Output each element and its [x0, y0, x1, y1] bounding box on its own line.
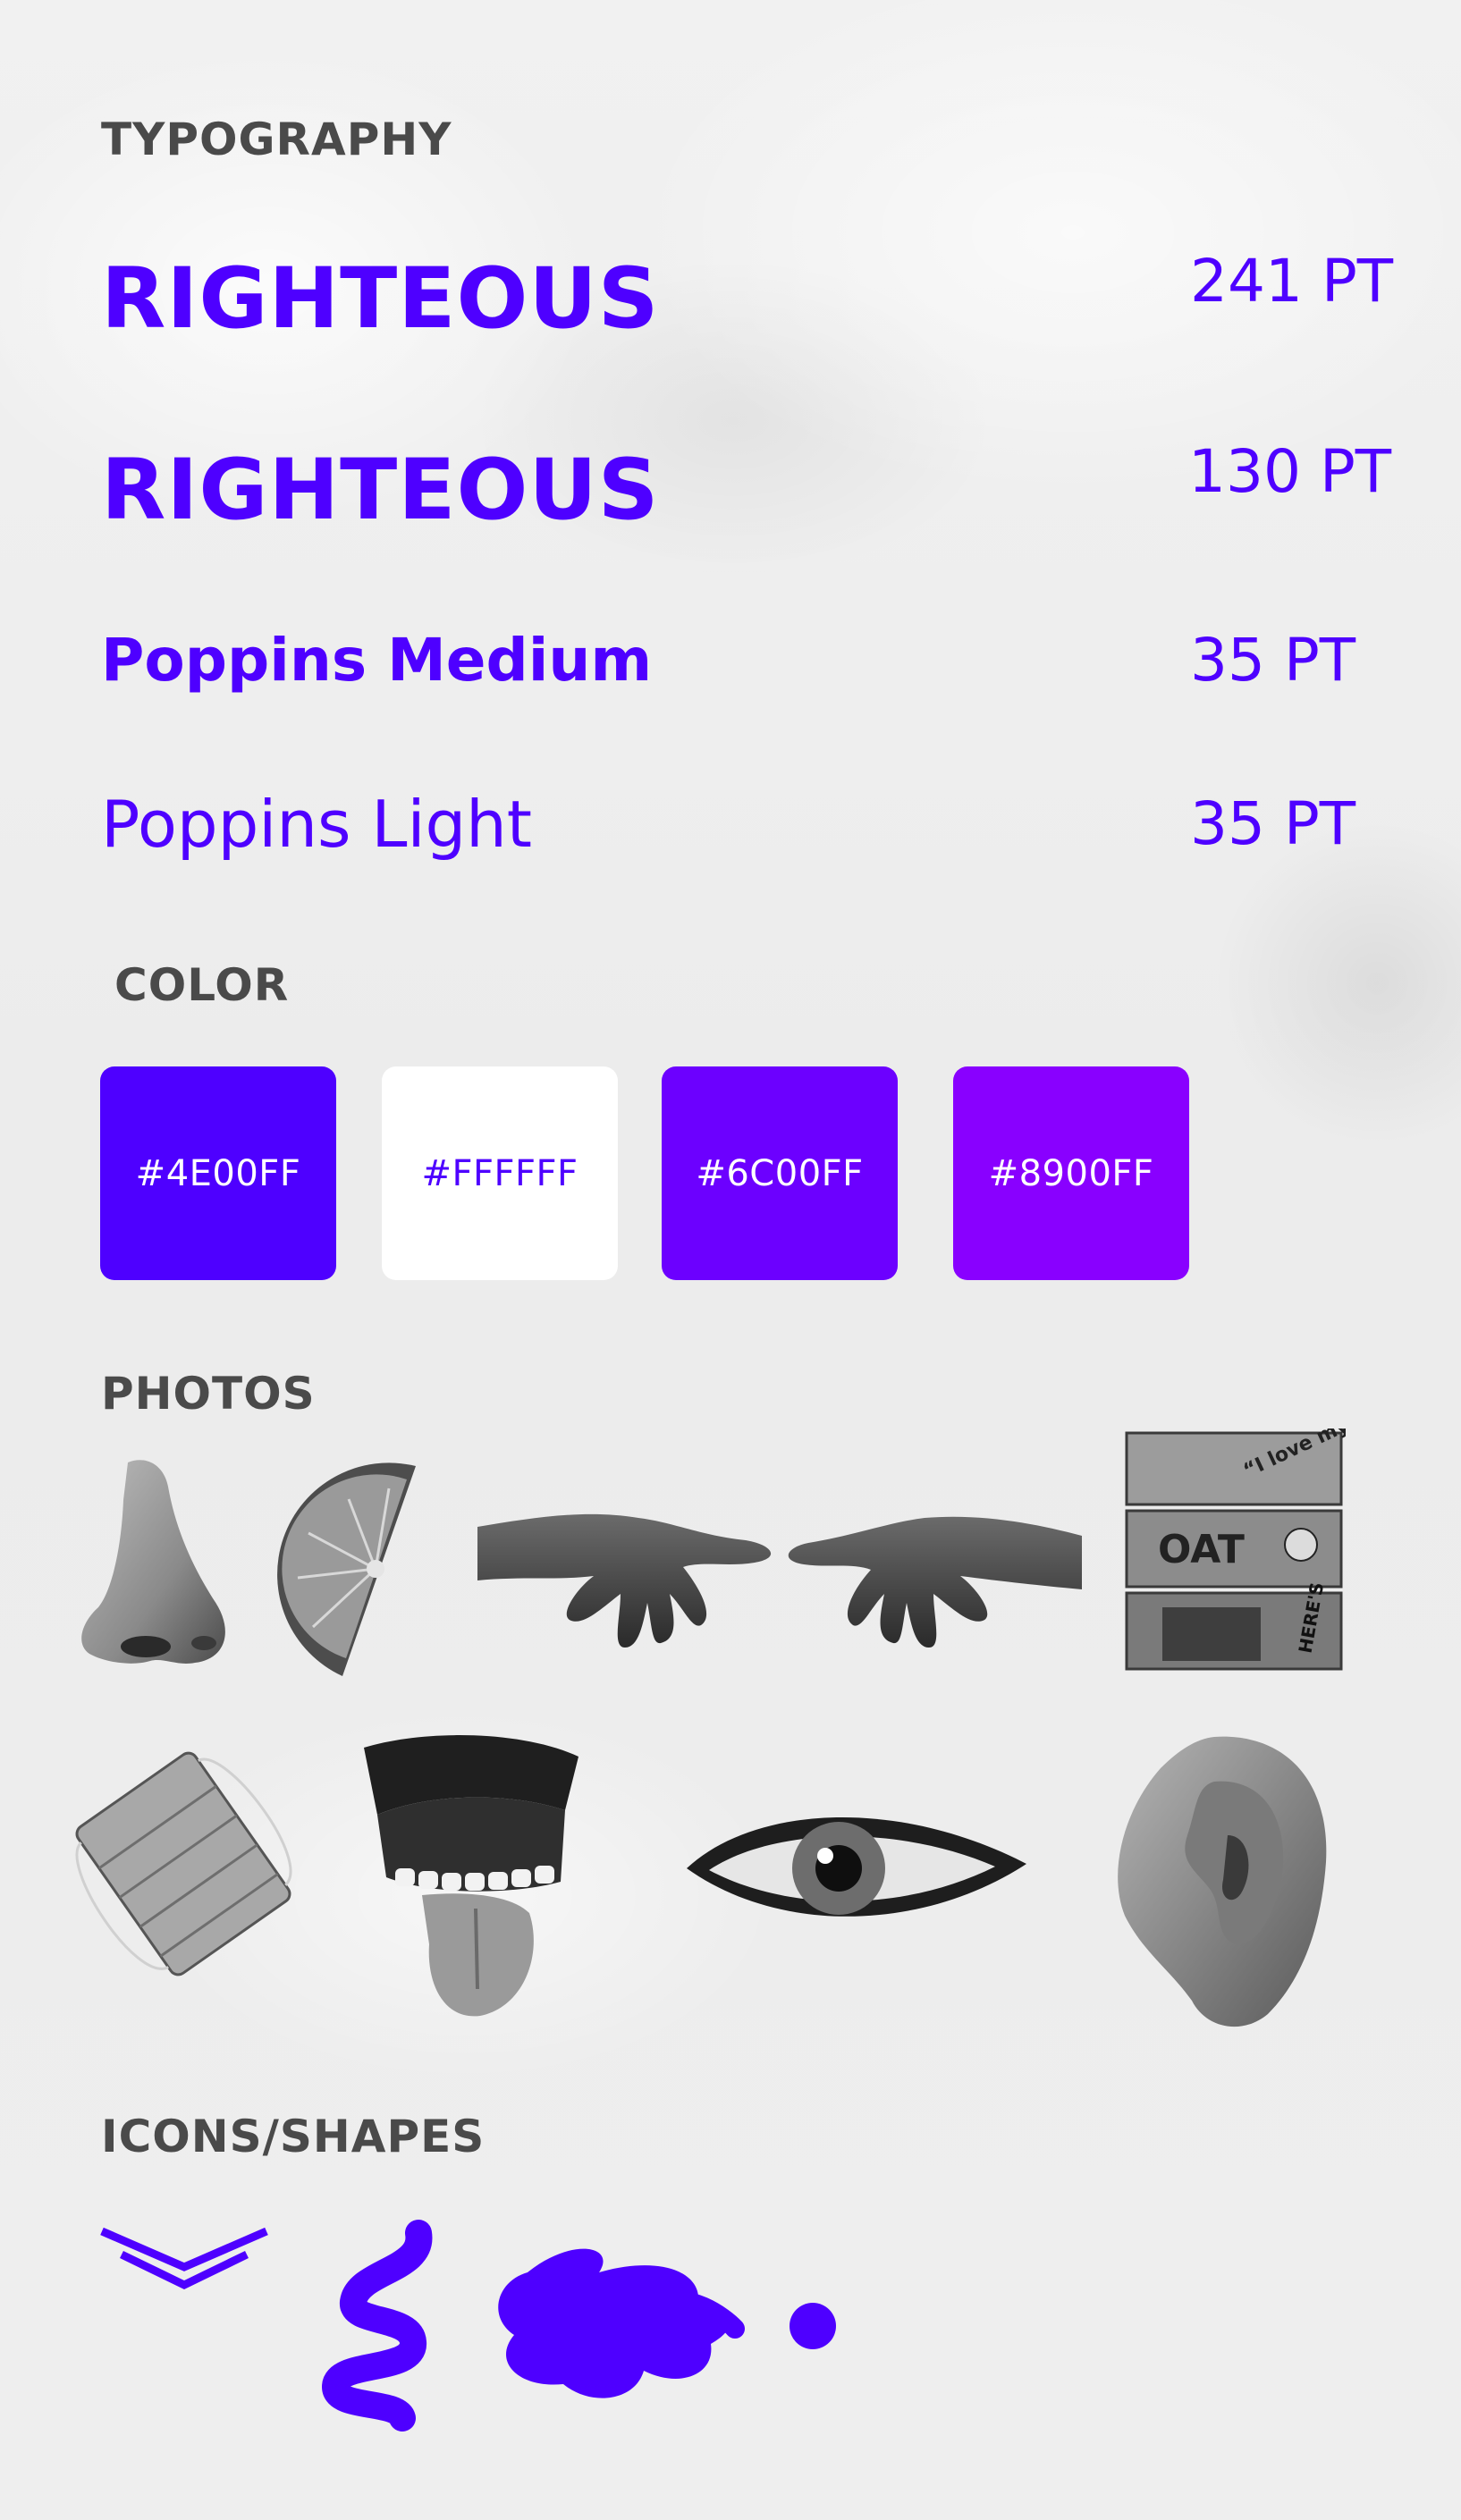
hands-photo: [477, 1491, 1082, 1665]
typography-sample-poppins-light: Poppins Light: [101, 787, 533, 862]
typography-sample-righteous-large: RIGHTEOUS: [101, 250, 660, 348]
typography-size-4: 35 PT: [1190, 789, 1356, 858]
double-chevron-down-icon: [98, 2226, 270, 2302]
typography-sample-righteous-medium: RIGHTEOUS: [101, 442, 660, 539]
color-swatch-8900ff: #8900FF: [953, 1066, 1189, 1280]
svg-text:OAT: OAT: [1158, 1527, 1245, 1572]
color-swatch-label: #FFFFFF: [421, 1152, 578, 1194]
face-mask-photo: [63, 1721, 304, 2007]
color-swatch-4e00ff: #4E00FF: [100, 1066, 336, 1280]
eye-photo: [682, 1797, 1029, 1931]
typography-size-1: 241 PT: [1190, 247, 1394, 316]
color-swatch-label: #6C00FF: [696, 1152, 864, 1194]
orange-slice-photo: [264, 1462, 420, 1681]
dot-shape: [789, 2302, 837, 2355]
typography-size-2: 130 PT: [1188, 437, 1392, 506]
color-swatch-6c00ff: #6C00FF: [662, 1066, 898, 1280]
nose-photo: [79, 1455, 235, 1670]
chattering-teeth-photo: [359, 1730, 583, 2020]
color-swatch-label: #4E00FF: [135, 1152, 301, 1194]
color-swatch-ffffff: #FFFFFF: [382, 1066, 618, 1280]
typography-size-3: 35 PT: [1190, 626, 1356, 695]
squiggle-shape: [313, 2217, 447, 2440]
oat-milk-cartons-photo: “I love my OAT HERE'S: [1122, 1429, 1346, 1672]
section-title-photos: PHOTOS: [101, 1368, 316, 1420]
section-title-typography: TYPOGRAPHY: [101, 114, 452, 165]
color-swatch-label: #8900FF: [988, 1152, 1154, 1194]
section-title-color: COLOR: [114, 959, 290, 1011]
scribble-shape: [483, 2219, 751, 2433]
ear-photo: [1107, 1728, 1335, 2032]
section-title-icons-shapes: ICONS/SHAPES: [101, 2111, 486, 2162]
typography-sample-poppins-medium: Poppins Medium: [101, 626, 653, 695]
